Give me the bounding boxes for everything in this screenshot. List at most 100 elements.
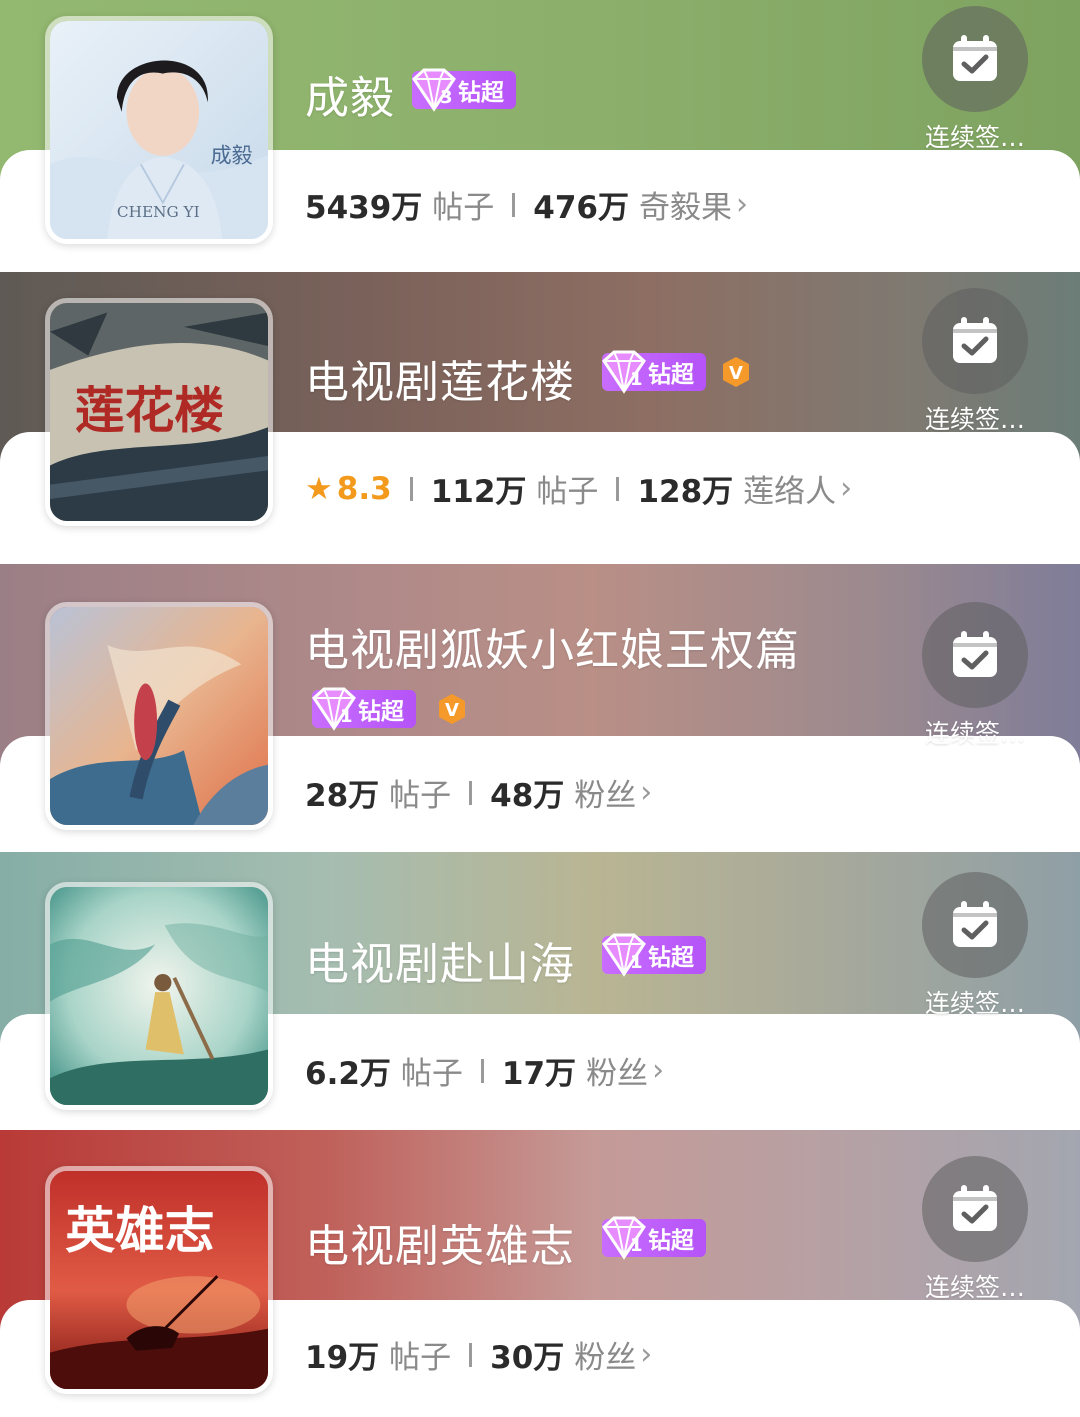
chevron-right-icon: › [652,1053,665,1088]
divider [512,192,516,217]
diamond-icon: 3 [412,68,456,112]
svg-text:1: 1 [340,706,353,727]
divider [409,476,413,501]
svg-text:V: V [445,700,459,721]
diamond-icon: 1 [602,1216,646,1260]
topic-cover-image[interactable] [45,602,273,830]
svg-text:1: 1 [630,952,643,973]
topic-stats[interactable]: ★ 8.3 112万 帖子 128万 莲络人 › [305,466,852,511]
super-topic-card-fushanhai[interactable]: 电视剧赴山海 1 钻超 连续签… 6.2万 帖子 17万 粉丝 › [0,852,1080,1130]
posts-label: 帖子 [536,474,599,510]
topic-cover-image[interactable]: 莲花楼 [45,298,273,526]
posts-count: 5439万 [305,190,423,226]
posts-count: 28万 [305,778,380,814]
chevron-right-icon: › [736,187,748,222]
drama-poster-image: 英雄志 [50,1171,268,1389]
diamond-super-badge: 3 钻超 [412,68,516,112]
posts-count: 112万 [430,474,527,510]
calendar-check-icon [953,631,997,677]
checkin-label: 连续签… [924,1273,1025,1302]
topic-stats[interactable]: 19万 帖子 30万 粉丝 › [305,1332,652,1377]
svg-text:英雄志: 英雄志 [65,1200,214,1259]
topic-cover-image[interactable] [45,882,273,1110]
posts-label: 帖子 [432,190,495,226]
diamond-icon: 1 [312,687,356,731]
topic-stats[interactable]: 5439万 帖子 476万 奇毅果 › [305,182,748,227]
checkin-button[interactable]: 连续签… [920,288,1030,436]
checkin-label: 连续签… [924,405,1025,434]
diamond-super-badge: 1 钻超 [312,687,416,731]
posts-count: 6.2万 [305,1056,391,1092]
calendar-check-icon [953,35,997,81]
drama-poster-image [50,887,268,1105]
checkin-button[interactable]: 连续签… [920,872,1030,1020]
posts-label: 帖子 [389,778,452,814]
fans-count: 30万 [490,1340,565,1376]
svg-text:V: V [729,363,743,384]
topic-title[interactable]: 成毅 [305,62,395,126]
topic-title[interactable]: 电视剧莲花楼 [305,346,575,410]
super-topic-card-lianhualou[interactable]: 莲花楼 电视剧莲花楼 1 钻超 V 连续签… ★ 8.3 112万 帖子 128… [0,272,1080,564]
checkin-label: 连续签… [924,719,1025,748]
topic-stats[interactable]: 6.2万 帖子 17万 粉丝 › [305,1048,664,1093]
rating-value: 8.3 [336,470,392,507]
verified-v-icon: V [439,694,465,724]
chevron-right-icon: › [640,775,653,810]
drama-poster-image [50,607,268,825]
diamond-super-badge: 1 钻超 [602,1216,706,1260]
checkin-label: 连续签… [924,123,1025,152]
super-topic-card-yingxiongzhi[interactable]: 英雄志 电视剧英雄志 1 钻超 连续签… 19万 帖子 30万 粉丝 › [0,1130,1080,1417]
svg-text:成毅: 成毅 [211,143,253,168]
divider [469,1342,473,1367]
diamond-super-badge: 1 钻超 [602,350,706,394]
divider [469,780,473,805]
badge-label: 钻超 [458,80,504,106]
diamond-icon: 1 [602,350,646,394]
verified-v-icon: V [723,357,749,387]
super-topic-card-huyao[interactable]: 电视剧狐妖小红娘王权篇 1 钻超 V 连续签… 28万 帖子 48万 粉丝 › [0,564,1080,852]
svg-text:1: 1 [630,1235,643,1256]
svg-text:1: 1 [630,369,643,390]
badge-label: 钻超 [648,945,694,971]
diamond-super-badge: 1 钻超 [602,933,706,977]
fans-count: 476万 [533,190,629,226]
fans-count: 17万 [501,1056,577,1092]
drama-poster-image: 莲花楼 [50,303,268,521]
checkin-button[interactable]: 连续签… [920,6,1030,154]
svg-text:莲花楼: 莲花楼 [75,380,224,439]
badge-label: 钻超 [648,362,694,388]
topic-cover-image[interactable]: 成毅 CHENG YI [45,16,273,244]
fans-count: 128万 [637,474,734,510]
chevron-right-icon: › [640,1337,653,1372]
topic-title[interactable]: 电视剧赴山海 [305,928,575,992]
badge-label: 钻超 [648,1228,694,1254]
chevron-right-icon: › [840,471,853,506]
calendar-check-icon [953,317,997,363]
posts-label: 帖子 [389,1340,452,1376]
checkin-button[interactable]: 连续签… [920,602,1030,750]
posts-label: 帖子 [400,1056,463,1092]
calendar-check-icon [953,1185,997,1231]
badge-label: 钻超 [358,699,404,725]
divider [616,476,620,501]
fans-count: 48万 [490,778,565,814]
portrait-image: 成毅 CHENG YI [50,21,268,239]
fans-label: 粉丝 [574,1340,637,1376]
topic-title[interactable]: 电视剧英雄志 [305,1210,575,1274]
checkin-label: 连续签… [924,989,1025,1018]
fans-label: 奇毅果 [639,190,732,226]
calendar-check-icon [953,901,997,947]
fans-label: 粉丝 [586,1056,649,1092]
topic-cover-image[interactable]: 英雄志 [45,1166,273,1394]
super-topic-card-chengyi[interactable]: 成毅 CHENG YI 成毅 3 钻超 连续签… 5439万 帖子 476万 奇… [0,0,1080,272]
divider [480,1058,484,1083]
checkin-button[interactable]: 连续签… [920,1156,1030,1304]
topic-title[interactable]: 电视剧狐妖小红娘王权篇 [305,614,800,678]
posts-count: 19万 [305,1340,380,1376]
rating: ★ 8.3 [305,471,392,507]
star-icon: ★ [305,470,333,507]
svg-text:3: 3 [440,87,453,108]
fans-label: 粉丝 [574,778,637,814]
topic-stats[interactable]: 28万 帖子 48万 粉丝 › [305,770,652,815]
diamond-icon: 1 [602,933,646,977]
